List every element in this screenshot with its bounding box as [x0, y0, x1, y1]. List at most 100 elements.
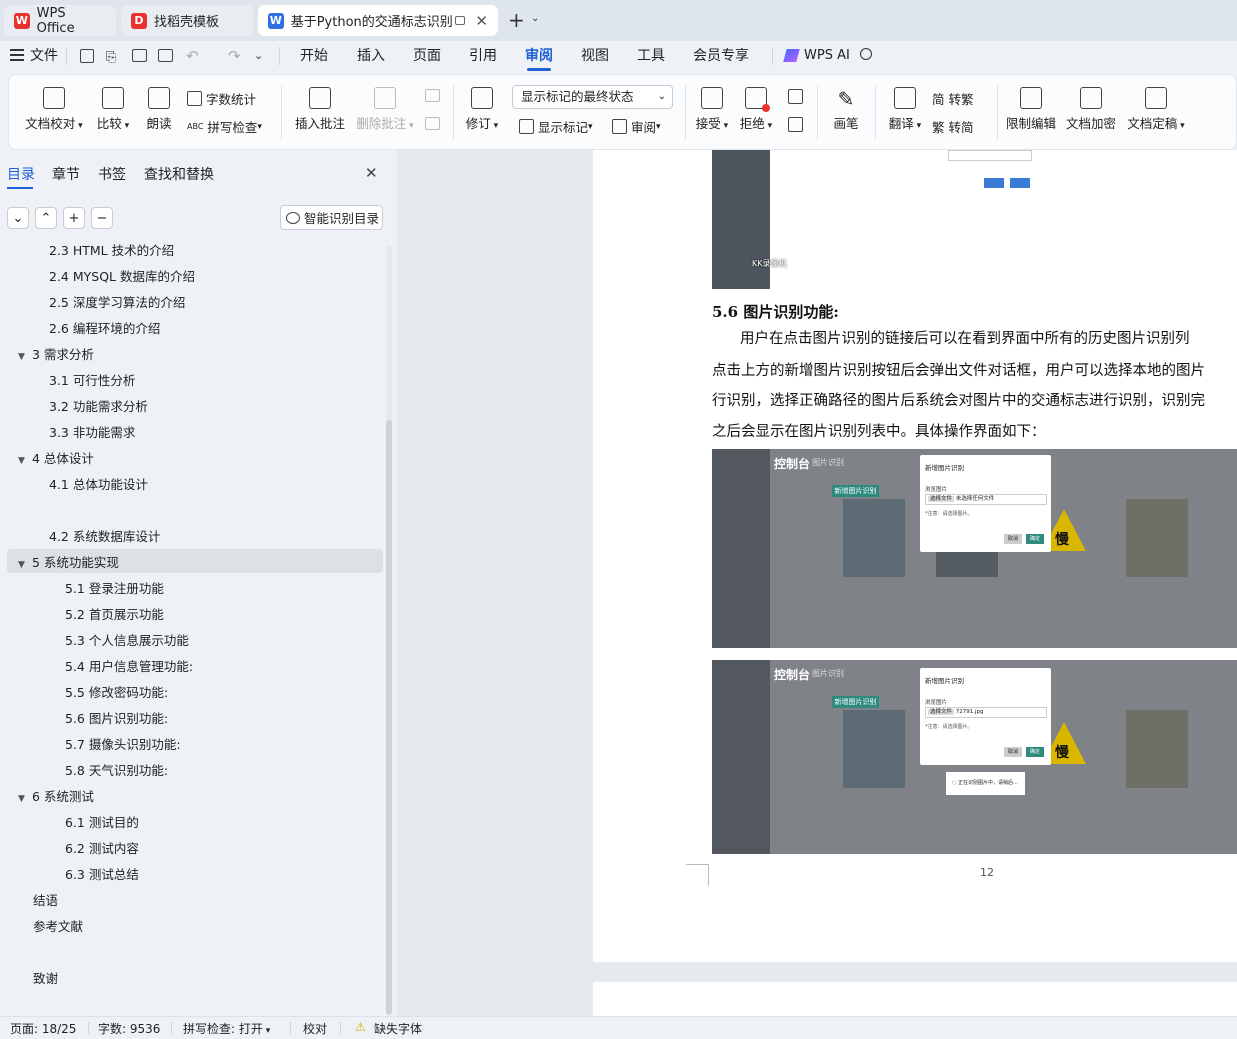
- expand-arrow-icon[interactable]: ▼: [18, 352, 32, 362]
- close-pane-icon[interactable]: ✕: [365, 164, 378, 182]
- hamburger-icon[interactable]: [10, 49, 24, 61]
- expand-up-icon[interactable]: ⌃: [35, 207, 57, 229]
- read-aloud-button[interactable]: 朗读: [143, 87, 175, 132]
- restrict-edit-button[interactable]: 限制编辑: [1005, 87, 1057, 132]
- toc-item[interactable]: 5.3 个人信息展示功能: [65, 630, 189, 649]
- monitor-icon[interactable]: [454, 16, 466, 25]
- toc-item[interactable]: 5.4 用户信息管理功能:: [65, 656, 193, 675]
- expand-arrow-icon[interactable]: ▼: [18, 456, 32, 466]
- markup-state-select[interactable]: 显示标记的最终状态 ⌄: [512, 85, 673, 109]
- toc-item[interactable]: ▼ 5 系统功能实现: [18, 552, 119, 571]
- next-change-icon[interactable]: [788, 117, 803, 132]
- tab-sections[interactable]: 章节: [52, 164, 80, 184]
- translate-button[interactable]: 翻译 ▾: [885, 87, 925, 132]
- tab-bookmarks[interactable]: 书签: [98, 164, 126, 184]
- toc-item[interactable]: ▼ 6 系统测试: [18, 786, 94, 805]
- status-page[interactable]: 页面: 18/25: [10, 1020, 76, 1037]
- toc-item[interactable]: 2.3 HTML 技术的介绍: [49, 240, 174, 259]
- reject-button[interactable]: 拒绝 ▾: [737, 87, 775, 132]
- add-level-icon[interactable]: +: [63, 207, 85, 229]
- toc-item[interactable]: 6.3 测试总结: [65, 864, 139, 883]
- tab-document[interactable]: W 基于Python的交通标志识别系 ✕: [258, 5, 498, 36]
- screenshot-recognizing: 控制台 图片识别 新增图片识别 慢 新增图片识别 浏览图片 选择文件 72791…: [712, 660, 1237, 854]
- toc-item[interactable]: 3.1 可行性分析: [49, 370, 135, 389]
- print-icon[interactable]: [132, 49, 147, 62]
- prev-comment-icon[interactable]: [425, 89, 440, 102]
- delete-comment-button[interactable]: 删除批注 ▾: [353, 87, 417, 132]
- status-proof[interactable]: 校对: [303, 1020, 327, 1037]
- toc-item[interactable]: 参考文献: [33, 916, 83, 935]
- encrypt-button[interactable]: 文档加密: [1065, 87, 1117, 132]
- toc-item[interactable]: 3.3 非功能需求: [49, 422, 135, 441]
- to-simplified-button[interactable]: 繁转简: [932, 117, 974, 136]
- toc-item[interactable]: 5.5 修改密码功能:: [65, 682, 168, 701]
- toc-item[interactable]: 4.1 总体功能设计: [49, 474, 148, 493]
- finalize-button[interactable]: 文档定稿 ▾: [1125, 87, 1187, 132]
- document-page[interactable]: KK录像机 5.6 图片识别功能: 用户在点击图片识别的链接后可以在看到界面中所…: [593, 150, 1237, 962]
- menu-file[interactable]: 文件: [30, 41, 58, 71]
- show-markup-button[interactable]: 显示标记 ▾: [519, 117, 593, 136]
- toc-item[interactable]: 5.2 首页展示功能: [65, 604, 164, 623]
- status-word-count[interactable]: 字数: 9536: [98, 1020, 160, 1037]
- doc-check-button[interactable]: 文档校对 ▾: [23, 87, 85, 132]
- pen-button[interactable]: ✎ 画笔: [827, 87, 865, 132]
- spell-check-button[interactable]: ABC 拼写检查 ▾: [187, 117, 262, 136]
- accept-button[interactable]: 接受 ▾: [693, 87, 731, 132]
- tab-find-replace[interactable]: 查找和替换: [144, 164, 214, 184]
- menu-insert[interactable]: 插入: [357, 41, 385, 71]
- redo-icon[interactable]: ↷: [228, 47, 241, 65]
- search-icon[interactable]: [860, 48, 872, 60]
- save-icon[interactable]: [80, 49, 94, 63]
- compare-button[interactable]: 比较 ▾: [91, 87, 135, 132]
- smart-toc-button[interactable]: 智能识别目录: [280, 205, 383, 230]
- toc-item[interactable]: ▼ 4 总体设计: [18, 448, 94, 467]
- toc-item[interactable]: 6.2 测试内容: [65, 838, 139, 857]
- toc-item[interactable]: ▼ 3 需求分析: [18, 344, 94, 363]
- tab-toc[interactable]: 目录: [7, 164, 35, 184]
- export-icon[interactable]: ⎘: [106, 50, 116, 65]
- toc-item[interactable]: 6.1 测试目的: [65, 812, 139, 831]
- toc-item[interactable]: 致谢: [33, 968, 58, 987]
- next-page[interactable]: [593, 982, 1237, 1016]
- more-chevron-icon[interactable]: ⌄: [254, 49, 263, 62]
- menu-home[interactable]: 开始: [300, 41, 328, 71]
- toc-item[interactable]: 2.5 深度学习算法的介绍: [49, 292, 185, 311]
- menu-tools[interactable]: 工具: [637, 41, 665, 71]
- print-preview-icon[interactable]: [158, 49, 173, 62]
- menu-page[interactable]: 页面: [413, 41, 441, 71]
- toc-item[interactable]: 结语: [33, 890, 58, 909]
- toc-item[interactable]: 4.2 系统数据库设计: [49, 526, 160, 545]
- status-spell-check[interactable]: 拼写检查: 打开 ▾: [183, 1020, 270, 1037]
- new-tab-icon[interactable]: +: [508, 8, 525, 32]
- to-traditional-button[interactable]: 简转繁: [932, 89, 974, 108]
- menu-reference[interactable]: 引用: [469, 41, 497, 71]
- toc-item[interactable]: 5.7 摄像头识别功能:: [65, 734, 181, 753]
- next-comment-icon[interactable]: [425, 117, 440, 130]
- menu-wps-ai[interactable]: WPS AI: [804, 41, 850, 71]
- expand-arrow-icon[interactable]: ▼: [18, 560, 32, 570]
- tab-wps-office[interactable]: W WPS Office: [4, 5, 116, 36]
- toc-item[interactable]: 5.1 登录注册功能: [65, 578, 164, 597]
- close-tab-icon[interactable]: ✕: [475, 12, 488, 30]
- chevron-down-icon[interactable]: ⌄: [531, 13, 539, 24]
- toc-item[interactable]: 5.6 图片识别功能:: [65, 708, 168, 727]
- prev-change-icon[interactable]: [788, 89, 803, 104]
- remove-level-icon[interactable]: −: [91, 207, 113, 229]
- toc-item[interactable]: 5.8 天气识别功能:: [65, 760, 168, 779]
- toc-item[interactable]: 2.6 编程环境的介绍: [49, 318, 160, 337]
- toc-item[interactable]: 2.4 MYSQL 数据库的介绍: [49, 266, 195, 285]
- menu-review[interactable]: 审阅: [525, 41, 553, 71]
- status-missing-font[interactable]: 缺失字体: [374, 1020, 422, 1037]
- revise-button[interactable]: 修订 ▾: [461, 87, 503, 132]
- expand-arrow-icon[interactable]: ▼: [18, 794, 32, 804]
- word-count-button[interactable]: 字数统计: [187, 89, 256, 108]
- collapse-all-icon[interactable]: ⌄: [7, 207, 29, 229]
- menu-member[interactable]: 会员专享: [693, 41, 749, 71]
- toc-item[interactable]: 3.2 功能需求分析: [49, 396, 148, 415]
- review-pane-button[interactable]: 审阅 ▾: [612, 117, 661, 136]
- undo-icon[interactable]: ↶: [186, 47, 199, 65]
- menu-view[interactable]: 视图: [581, 41, 609, 71]
- insert-comment-button[interactable]: 插入批注: [291, 87, 349, 132]
- tab-template[interactable]: D 找稻壳模板: [121, 5, 253, 36]
- toc-scrollbar-thumb[interactable]: [386, 420, 392, 1015]
